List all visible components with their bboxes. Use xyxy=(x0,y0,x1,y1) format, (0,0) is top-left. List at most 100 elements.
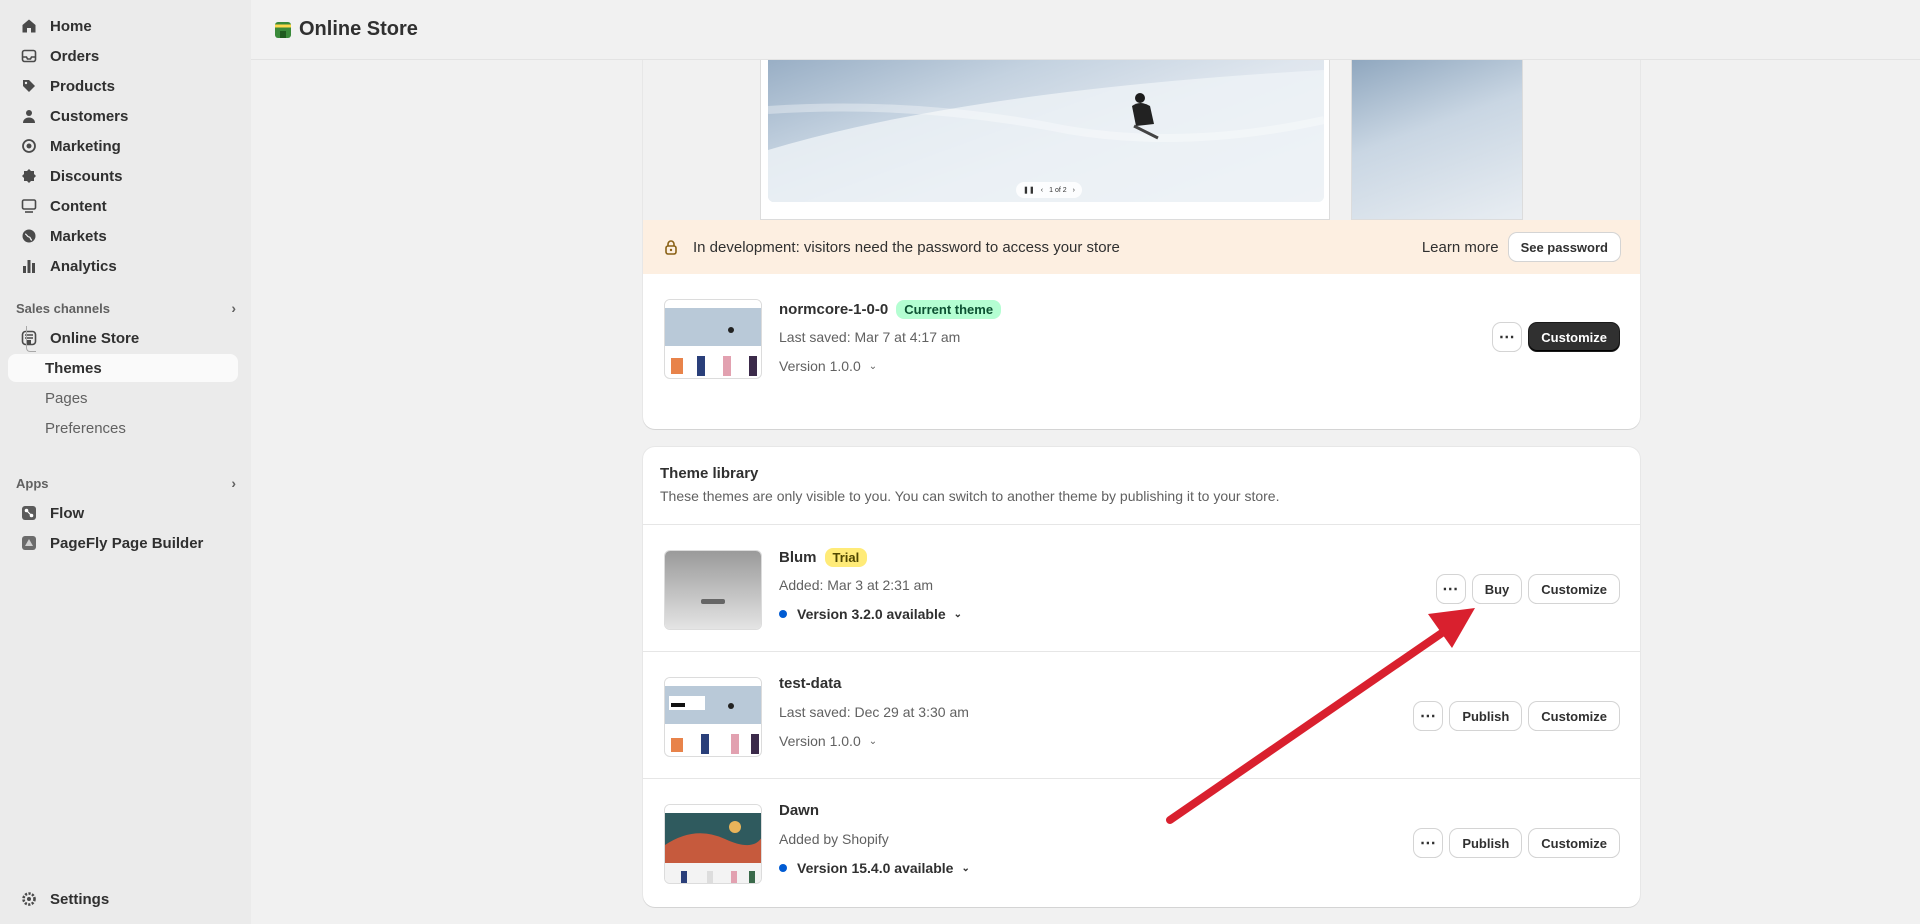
theme-name-text: normcore-1-0-0 xyxy=(779,301,889,318)
gear-icon xyxy=(20,890,38,908)
theme-library-header: Theme library These themes are only visi… xyxy=(643,447,1640,524)
more-actions-button[interactable]: ⋯ xyxy=(1414,829,1443,857)
online-store-icon xyxy=(273,20,293,40)
chevron-left-icon: ‹ xyxy=(1040,186,1044,194)
globe-icon xyxy=(20,227,38,245)
sidebar-item-online-store[interactable]: Online Store xyxy=(8,324,238,352)
theme-last-saved: Last saved: Mar 7 at 4:17 am xyxy=(779,329,961,345)
pause-icon: ❚❚ xyxy=(1023,187,1035,194)
current-theme-badge: Current theme xyxy=(896,300,1002,319)
theme-name-text: Dawn xyxy=(779,802,820,819)
sidebar-item-label: Settings xyxy=(50,890,110,908)
sidebar-item-label: Analytics xyxy=(50,257,117,275)
page-title: Online Store xyxy=(299,18,418,40)
sidebar-item-themes[interactable]: Themes xyxy=(8,354,238,382)
sidebar-item-settings[interactable]: Settings xyxy=(8,885,238,913)
more-actions-button[interactable]: ⋯ xyxy=(1436,575,1465,603)
current-theme-card: ❚❚ ‹ 1 of 2 › In development: visitors n… xyxy=(643,30,1640,429)
pager-label: 1 of 2 xyxy=(1049,186,1067,194)
home-icon xyxy=(20,17,38,35)
sidebar-item-discounts[interactable]: Discounts xyxy=(8,162,238,190)
theme-version-dropdown[interactable]: Version 1.0.0 ⌄ xyxy=(779,733,877,749)
update-available-dot xyxy=(779,864,787,872)
learn-more-link[interactable]: Learn more xyxy=(1422,239,1499,256)
theme-row-blum: Blum Trial Added: Mar 3 at 2:31 am Versi… xyxy=(643,524,1640,650)
customize-button[interactable]: Customize xyxy=(1529,829,1619,857)
theme-library-description: These themes are only visible to you. Yo… xyxy=(660,488,1280,504)
buy-button[interactable]: Buy xyxy=(1472,575,1522,603)
tree-connector xyxy=(26,326,36,352)
customize-button[interactable]: Customize xyxy=(1529,575,1619,603)
sidebar-item-label: Pages xyxy=(45,389,88,407)
target-icon xyxy=(20,137,38,155)
theme-name-text: test-data xyxy=(779,675,842,692)
theme-actions: ⋯ Publish Customize xyxy=(1414,829,1619,857)
sidebar-item-markets[interactable]: Markets xyxy=(8,222,238,250)
theme-thumbnail xyxy=(664,677,762,757)
sidebar-item-label: Online Store xyxy=(50,329,140,347)
inbox-icon xyxy=(20,47,38,65)
theme-actions: ⋯ Buy Customize xyxy=(1436,575,1619,603)
more-actions-button[interactable]: ⋯ xyxy=(1493,323,1522,351)
publish-button[interactable]: Publish xyxy=(1450,702,1522,730)
theme-thumbnail xyxy=(664,299,762,379)
sidebar-item-label: Products xyxy=(50,77,116,95)
dev-password-banner: In development: visitors need the passwo… xyxy=(643,220,1640,274)
sidebar-item-marketing[interactable]: Marketing xyxy=(8,132,238,160)
sidebar-item-label: PageFly Page Builder xyxy=(50,534,204,552)
discount-icon xyxy=(20,167,38,185)
sidebar-item-label: Content xyxy=(50,197,107,215)
sidebar-item-preferences[interactable]: Preferences xyxy=(8,414,238,442)
sidebar-item-label: Customers xyxy=(50,107,129,125)
sidebar-item-label: Preferences xyxy=(45,419,126,437)
theme-thumbnail xyxy=(664,804,762,884)
trial-badge: Trial xyxy=(824,548,868,567)
version-label: Version 3.2.0 available xyxy=(797,606,946,622)
publish-button[interactable]: Publish xyxy=(1450,829,1522,857)
sidebar-item-label: Discounts xyxy=(50,167,123,185)
sidebar-item-orders[interactable]: Orders xyxy=(8,42,238,70)
sidebar-item-pages[interactable]: Pages xyxy=(8,384,238,412)
sidebar-item-label: Markets xyxy=(50,227,107,245)
apps-header[interactable]: Apps › xyxy=(16,475,236,491)
chevron-down-icon: ⌄ xyxy=(868,735,878,747)
theme-name: Dawn xyxy=(779,802,819,819)
pagefly-icon xyxy=(20,534,38,552)
version-label: Version 1.0.0 xyxy=(779,358,861,374)
theme-row-dawn: Dawn Added by Shopify Version 15.4.0 ava… xyxy=(643,778,1640,904)
sales-channels-header[interactable]: Sales channels › xyxy=(16,300,236,316)
lock-icon xyxy=(663,239,679,255)
chart-icon xyxy=(20,257,38,275)
theme-name-text: Blum xyxy=(779,549,817,566)
theme-library-title: Theme library xyxy=(660,465,759,482)
chevron-right-icon: › xyxy=(1072,186,1075,194)
theme-library-card: Theme library These themes are only visi… xyxy=(643,447,1640,907)
chevron-down-icon: ⌄ xyxy=(961,862,970,874)
tag-icon xyxy=(20,77,38,95)
theme-row-test-data: test-data Last saved: Dec 29 at 3:30 am … xyxy=(643,651,1640,777)
sidebar: Home Orders Products Customers Marketing… xyxy=(0,0,251,924)
customize-button[interactable]: Customize xyxy=(1529,323,1619,351)
more-actions-button[interactable]: ⋯ xyxy=(1414,702,1443,730)
theme-version-dropdown[interactable]: Version 15.4.0 available ⌄ xyxy=(779,860,970,876)
theme-actions: ⋯ Publish Customize xyxy=(1414,702,1619,730)
customize-button[interactable]: Customize xyxy=(1529,702,1619,730)
sidebar-item-analytics[interactable]: Analytics xyxy=(8,252,238,280)
theme-version-dropdown[interactable]: Version 3.2.0 available ⌄ xyxy=(779,606,962,622)
sidebar-item-flow[interactable]: Flow xyxy=(8,499,238,527)
sidebar-item-home[interactable]: Home xyxy=(8,12,238,40)
sidebar-item-customers[interactable]: Customers xyxy=(8,102,238,130)
sidebar-item-content[interactable]: Content xyxy=(8,192,238,220)
sidebar-item-pagefly[interactable]: PageFly Page Builder xyxy=(8,529,238,557)
see-password-button[interactable]: See password xyxy=(1508,233,1620,261)
theme-thumbnail xyxy=(664,550,762,630)
theme-version-dropdown[interactable]: Version 1.0.0 ⌄ xyxy=(779,358,877,374)
page-header: Online Store xyxy=(251,0,1920,60)
theme-name: normcore-1-0-0 Current theme xyxy=(779,300,1002,319)
apps-label: Apps xyxy=(16,475,49,491)
sidebar-item-label: Orders xyxy=(50,47,100,65)
sidebar-item-products[interactable]: Products xyxy=(8,72,238,100)
chevron-down-icon: ⌄ xyxy=(953,608,963,620)
chevron-right-icon: › xyxy=(231,300,236,316)
preview-pager[interactable]: ❚❚ ‹ 1 of 2 › xyxy=(1016,182,1082,198)
